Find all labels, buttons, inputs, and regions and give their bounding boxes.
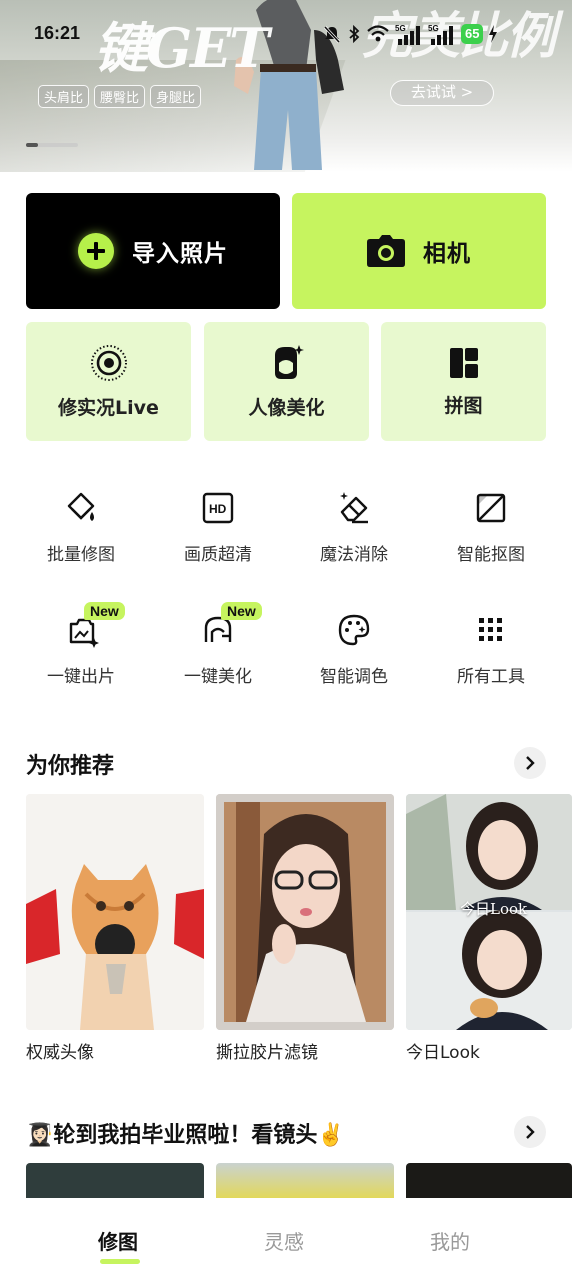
status-time: 16:21 [34, 23, 81, 43]
signal-5g-icon: 5G [395, 24, 420, 45]
cat-avatar-image [26, 794, 204, 1030]
svg-text:HD: HD [209, 502, 227, 516]
feature-card-label: 人像美化 [248, 397, 325, 419]
battery-level: 65 [461, 24, 484, 44]
import-photo-button[interactable]: 导入照片 [26, 193, 280, 309]
signal-5g-icon-secondary: 5G [428, 24, 453, 45]
chevron-right-icon [526, 756, 535, 770]
charging-bolt-icon [489, 25, 498, 43]
today-look-overlay-text: 今日Look [460, 900, 528, 918]
tool-one-click-beauty[interactable]: New 一键美化 [163, 602, 273, 702]
status-icons: 5G 5G 65 [322, 23, 498, 45]
tool-batch-edit[interactable]: 批量修图 [26, 480, 136, 580]
film-portrait-image [216, 794, 394, 1030]
feature-card-label: 修实况Live [58, 397, 159, 419]
banner-tag: 身腿比 [150, 85, 202, 108]
feature-card-collage[interactable]: 拼图 [381, 322, 546, 441]
tool-label: 智能抠图 [457, 545, 525, 565]
recommend-card-label: 今日Look [406, 1043, 480, 1063]
banner-tags: 头肩比 腰臀比 身腿比 [38, 85, 202, 108]
banner-page-indicator [26, 143, 78, 147]
bottom-tab-bar: 修图 灵感 我的 [0, 1198, 572, 1279]
recommend-card-avatar[interactable] [26, 794, 204, 1030]
recommend-card-today-look[interactable]: 今日Look [406, 794, 572, 1030]
chevron-right-icon [526, 1125, 535, 1139]
camera-icon [367, 235, 405, 267]
tool-hd[interactable]: HD 画质超清 [163, 480, 273, 580]
svg-text:5G: 5G [428, 24, 439, 33]
bluetooth-icon [349, 24, 360, 44]
plus-icon [78, 233, 114, 269]
recommend-card-label: 权威头像 [26, 1043, 94, 1063]
active-tab-indicator [100, 1259, 140, 1264]
all-tools-grid-icon [479, 618, 502, 641]
mute-bell-icon [323, 25, 341, 44]
tool-smart-color[interactable]: 智能调色 [299, 602, 409, 702]
svg-text:5G: 5G [395, 24, 406, 33]
tool-label: 一键出片 [47, 667, 115, 687]
magic-eraser-icon [340, 492, 368, 524]
import-photo-label: 导入照片 [132, 241, 228, 267]
graduation-card-3[interactable] [406, 1163, 572, 1203]
tab-mine[interactable]: 我的 [430, 1226, 470, 1255]
banner-try-button[interactable]: 去试试 > [390, 80, 494, 106]
smart-cutout-icon [476, 493, 506, 523]
tool-label: 一键美化 [184, 667, 252, 687]
feature-card-label: 拼图 [444, 395, 483, 417]
collage-icon [449, 348, 478, 378]
new-badge: New [84, 602, 125, 620]
batch-edit-icon [67, 492, 95, 521]
recommend-card-film-filter[interactable] [216, 794, 394, 1030]
banner-tag: 腰臀比 [94, 85, 146, 108]
tool-label: 画质超清 [184, 545, 252, 565]
tool-one-click-photo[interactable]: New 一键出片 [26, 602, 136, 702]
camera-button[interactable]: 相机 [292, 193, 546, 309]
tool-label: 魔法消除 [320, 545, 388, 565]
tool-label: 所有工具 [457, 667, 525, 687]
feature-card-portrait[interactable]: 人像美化 [204, 322, 369, 441]
wifi-icon [367, 25, 389, 42]
hd-icon: HD [202, 492, 234, 524]
tool-label: 批量修图 [47, 545, 115, 565]
tab-edit[interactable]: 修图 [98, 1226, 138, 1255]
tool-magic-eraser[interactable]: 魔法消除 [299, 480, 409, 580]
portrait-beauty-icon [274, 345, 304, 379]
graduation-card-2[interactable] [216, 1163, 394, 1203]
camera-label: 相机 [423, 241, 471, 267]
new-badge: New [221, 602, 262, 620]
banner-tag: 头肩比 [38, 85, 90, 108]
color-palette-icon [338, 614, 370, 646]
status-bar: 16:21 5G 5G 65 [0, 0, 572, 66]
recommend-title: 为你推荐 [26, 754, 115, 779]
feature-card-live[interactable]: 修实况Live [26, 322, 191, 441]
live-photo-icon [90, 345, 127, 381]
recommend-more-button[interactable] [514, 747, 546, 779]
tool-all-tools[interactable]: 所有工具 [436, 602, 546, 702]
tab-inspiration[interactable]: 灵感 [264, 1226, 304, 1255]
graduation-more-button[interactable] [514, 1116, 546, 1148]
graduation-card-1[interactable] [26, 1163, 204, 1203]
tool-label: 智能调色 [320, 667, 388, 687]
recommend-card-label: 撕拉胶片滤镜 [216, 1043, 318, 1063]
tool-smart-cutout[interactable]: 智能抠图 [436, 480, 546, 580]
graduation-title: 👩🏻‍🎓轮到我拍毕业照啦！看镜头✌️ [26, 1123, 345, 1148]
